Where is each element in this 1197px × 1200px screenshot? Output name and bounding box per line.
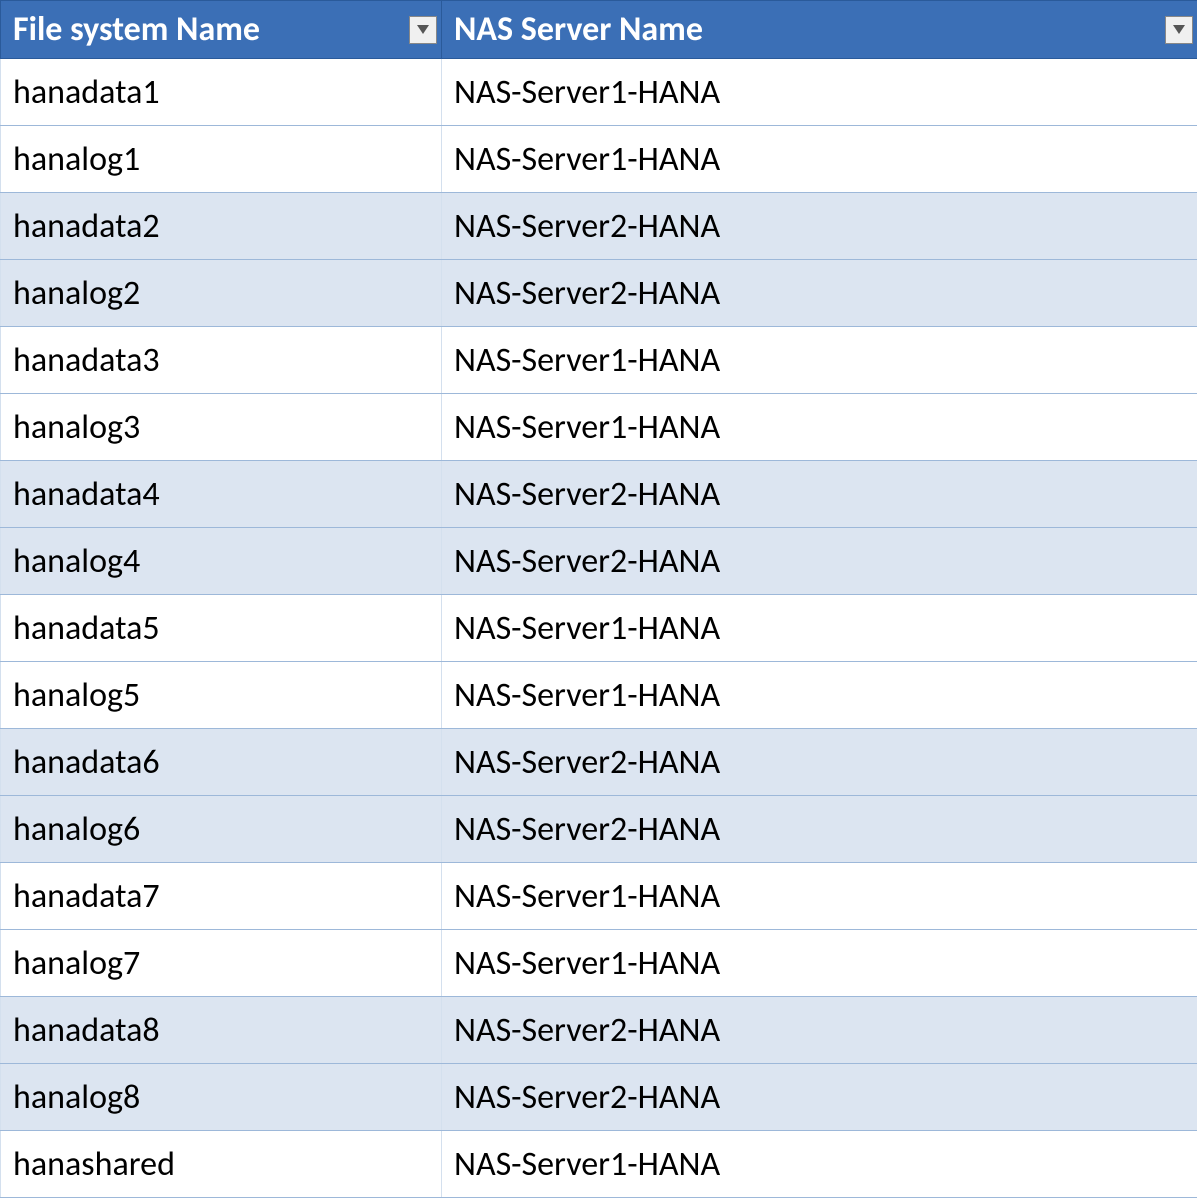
cell-nasserver[interactable]: NAS-Server1-HANA [442, 327, 1197, 394]
cell-filesystem[interactable]: hanadata5 [1, 595, 442, 662]
cell-filesystem[interactable]: hanalog6 [1, 796, 442, 863]
cell-nasserver[interactable]: NAS-Server2-HANA [442, 193, 1197, 260]
table-row[interactable]: hanadata6NAS-Server2-HANA [1, 729, 1197, 796]
chevron-down-icon [1173, 25, 1185, 35]
column-header-nasserver[interactable]: NAS Server Name [442, 1, 1197, 59]
filesystem-nas-table: File system Name NAS Server Name hanadat… [0, 0, 1197, 1198]
cell-filesystem[interactable]: hanalog1 [1, 126, 442, 193]
cell-nasserver[interactable]: NAS-Server1-HANA [442, 1131, 1197, 1198]
table-header-row: File system Name NAS Server Name [1, 1, 1197, 59]
table-row[interactable]: hanalog5NAS-Server1-HANA [1, 662, 1197, 729]
cell-filesystem[interactable]: hanadata2 [1, 193, 442, 260]
cell-nasserver[interactable]: NAS-Server2-HANA [442, 997, 1197, 1064]
table-row[interactable]: hanalog2NAS-Server2-HANA [1, 260, 1197, 327]
table-row[interactable]: hanasharedNAS-Server1-HANA [1, 1131, 1197, 1198]
table-row[interactable]: hanadata7NAS-Server1-HANA [1, 863, 1197, 930]
table-row[interactable]: hanalog1NAS-Server1-HANA [1, 126, 1197, 193]
filter-dropdown-nasserver[interactable] [1165, 16, 1193, 44]
cell-nasserver[interactable]: NAS-Server1-HANA [442, 930, 1197, 997]
table-row[interactable]: hanalog8NAS-Server2-HANA [1, 1064, 1197, 1131]
cell-nasserver[interactable]: NAS-Server2-HANA [442, 729, 1197, 796]
column-header-nasserver-label: NAS Server Name [454, 9, 703, 50]
cell-filesystem[interactable]: hanalog7 [1, 930, 442, 997]
filter-dropdown-filesystem[interactable] [409, 16, 437, 44]
cell-filesystem[interactable]: hanadata3 [1, 327, 442, 394]
cell-nasserver[interactable]: NAS-Server1-HANA [442, 59, 1197, 126]
table-row[interactable]: hanadata8NAS-Server2-HANA [1, 997, 1197, 1064]
cell-nasserver[interactable]: NAS-Server1-HANA [442, 662, 1197, 729]
cell-filesystem[interactable]: hanalog5 [1, 662, 442, 729]
cell-filesystem[interactable]: hanalog2 [1, 260, 442, 327]
cell-nasserver[interactable]: NAS-Server2-HANA [442, 260, 1197, 327]
cell-filesystem[interactable]: hanalog4 [1, 528, 442, 595]
cell-filesystem[interactable]: hanalog8 [1, 1064, 442, 1131]
cell-nasserver[interactable]: NAS-Server2-HANA [442, 796, 1197, 863]
cell-filesystem[interactable]: hanadata6 [1, 729, 442, 796]
table-row[interactable]: hanalog7NAS-Server1-HANA [1, 930, 1197, 997]
table-row[interactable]: hanadata5NAS-Server1-HANA [1, 595, 1197, 662]
table-row[interactable]: hanadata4NAS-Server2-HANA [1, 461, 1197, 528]
cell-filesystem[interactable]: hanadata1 [1, 59, 442, 126]
table-row[interactable]: hanadata2NAS-Server2-HANA [1, 193, 1197, 260]
cell-nasserver[interactable]: NAS-Server1-HANA [442, 394, 1197, 461]
cell-filesystem[interactable]: hanadata8 [1, 997, 442, 1064]
table-row[interactable]: hanalog6NAS-Server2-HANA [1, 796, 1197, 863]
table-row[interactable]: hanadata3NAS-Server1-HANA [1, 327, 1197, 394]
cell-filesystem[interactable]: hanalog3 [1, 394, 442, 461]
column-header-filesystem-label: File system Name [13, 9, 260, 50]
cell-filesystem[interactable]: hanadata7 [1, 863, 442, 930]
cell-nasserver[interactable]: NAS-Server1-HANA [442, 595, 1197, 662]
cell-filesystem[interactable]: hanashared [1, 1131, 442, 1198]
column-header-filesystem[interactable]: File system Name [1, 1, 442, 59]
cell-nasserver[interactable]: NAS-Server1-HANA [442, 126, 1197, 193]
cell-nasserver[interactable]: NAS-Server2-HANA [442, 528, 1197, 595]
table-row[interactable]: hanalog4NAS-Server2-HANA [1, 528, 1197, 595]
cell-nasserver[interactable]: NAS-Server1-HANA [442, 863, 1197, 930]
cell-nasserver[interactable]: NAS-Server2-HANA [442, 461, 1197, 528]
cell-nasserver[interactable]: NAS-Server2-HANA [442, 1064, 1197, 1131]
cell-filesystem[interactable]: hanadata4 [1, 461, 442, 528]
table-row[interactable]: hanalog3NAS-Server1-HANA [1, 394, 1197, 461]
chevron-down-icon [417, 25, 429, 35]
table-row[interactable]: hanadata1NAS-Server1-HANA [1, 59, 1197, 126]
